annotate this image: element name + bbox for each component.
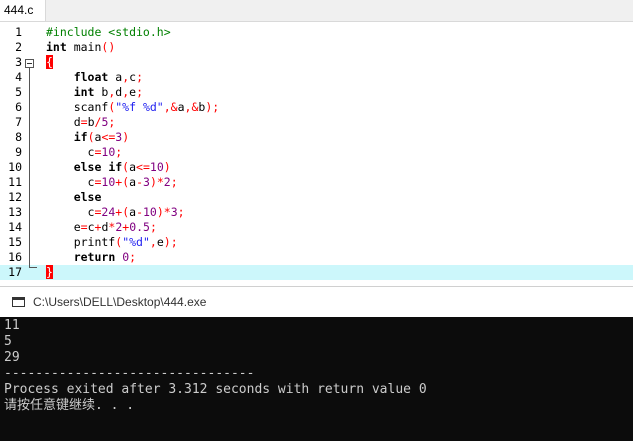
console-window-icon (12, 297, 25, 307)
code-line[interactable]: 11 c=10+(a-3)*2; (0, 175, 633, 190)
code-text: e=c+d*2+0.5; (46, 220, 157, 234)
code-line[interactable]: 9 c=10; (0, 145, 633, 160)
code-line[interactable]: 13 c=24+(a-10)*3; (0, 205, 633, 220)
tab-444-c[interactable]: 444.c (0, 0, 46, 21)
tab-label: 444.c (4, 3, 34, 17)
code-line[interactable]: 5 int b,d,e; (0, 85, 633, 100)
line-number: 12 (8, 190, 22, 204)
line-number: 2 (15, 40, 22, 54)
fold-end-marker (29, 267, 37, 268)
code-text: c=24+(a-10)*3; (46, 205, 185, 219)
fold-collapse-icon[interactable] (25, 59, 34, 68)
code-line[interactable]: 8 if(a<=3) (0, 130, 633, 145)
code-line[interactable]: 3{ (0, 55, 633, 70)
line-number: 6 (15, 100, 22, 114)
console-line: 请按任意键继续. . . (4, 398, 135, 413)
fold-guide-line (29, 68, 30, 267)
line-number: 9 (15, 145, 22, 159)
line-number: 13 (8, 205, 22, 219)
code-line[interactable]: 1 #include <stdio.h> (0, 25, 633, 40)
code-line[interactable]: 7 d=b/5; (0, 115, 633, 130)
console-output[interactable]: 11 5 29 --------------------------------… (0, 317, 633, 441)
code-text: int main() (46, 40, 116, 54)
line-number: 1 (15, 25, 22, 39)
line-number: 11 (8, 175, 22, 189)
editor-tab-bar: 444.c (0, 0, 633, 22)
code-line[interactable]: 2 int main() (0, 40, 633, 55)
line-number: 8 (15, 130, 22, 144)
code-text: return 0; (73, 250, 137, 264)
console-line: 11 (4, 318, 20, 333)
console-line: 5 (4, 334, 12, 349)
code-text: } (46, 265, 53, 279)
code-line[interactable]: 14 e=c+d*2+0.5; (0, 220, 633, 235)
code-text: float a,c; (73, 70, 143, 84)
code-line[interactable]: 10 else if(a<=10) (0, 160, 633, 175)
line-number: 10 (8, 160, 22, 174)
code-text: #include <stdio.h> (46, 25, 171, 39)
line-number: 4 (15, 70, 22, 84)
line-number: 7 (15, 115, 22, 129)
code-line[interactable]: 17} (0, 265, 633, 280)
code-line[interactable]: 16 return 0; (0, 250, 633, 265)
code-text: printf("%d",e); (46, 235, 178, 249)
console-line: Process exited after 3.312 seconds with … (4, 382, 427, 397)
code-line[interactable]: 6 scanf("%f %d",&a,&b); (0, 100, 633, 115)
code-line[interactable]: 12 else (0, 190, 633, 205)
code-text: scanf("%f %d",&a,&b); (46, 100, 220, 114)
console-line: 29 (4, 350, 20, 365)
code-text: c=10; (46, 145, 123, 159)
code-line[interactable]: 15 printf("%d",e); (0, 235, 633, 250)
console-title-bar: C:\Users\DELL\Desktop\444.exe (0, 286, 633, 317)
line-number: 17 (8, 265, 22, 279)
code-text: { (46, 55, 53, 69)
code-text: int b,d,e; (73, 85, 144, 99)
code-text: d=b/5; (46, 115, 116, 129)
line-number: 15 (8, 235, 22, 249)
console-title: C:\Users\DELL\Desktop\444.exe (33, 295, 207, 309)
code-text: c=10+(a-3)*2; (46, 175, 178, 189)
line-number: 16 (8, 250, 22, 264)
line-number: 3 (15, 55, 22, 69)
code-text: else if(a<=10) (73, 160, 171, 174)
code-editor[interactable]: 1 #include <stdio.h> 2 int main() 3{4 float … (0, 22, 633, 284)
line-number: 5 (15, 85, 22, 99)
console-line: -------------------------------- (4, 366, 255, 381)
code-line[interactable]: 4 float a,c; (0, 70, 633, 85)
line-number: 14 (8, 220, 22, 234)
code-text: else (73, 190, 102, 204)
code-text: if(a<=3) (73, 130, 130, 144)
